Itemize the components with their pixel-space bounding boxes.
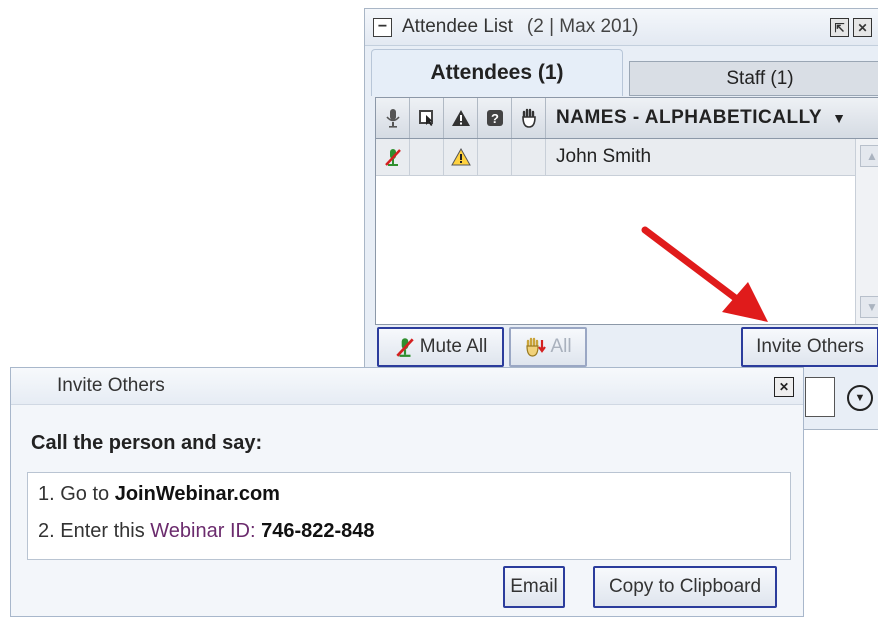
- attendee-scrollbar[interactable]: ▲ ▼: [855, 139, 878, 324]
- dialog-heading: Call the person and say:: [31, 432, 263, 454]
- tab-staff[interactable]: Staff (1): [629, 61, 878, 96]
- instruction-step-2: 2. Enter this Webinar ID: 746-822-848: [38, 520, 375, 543]
- names-sort-header[interactable]: NAMES - ALPHABETICALLY ▼: [546, 98, 878, 138]
- raise-hand-icon[interactable]: [512, 98, 546, 138]
- invite-others-button[interactable]: Invite Others: [741, 327, 878, 367]
- close-icon[interactable]: ✕: [853, 18, 872, 37]
- instructions-box: 1. Go to JoinWebinar.com 2. Enter this W…: [27, 472, 791, 560]
- warning-icon[interactable]: [444, 98, 478, 138]
- tab-attendees[interactable]: Attendees (1): [371, 49, 623, 96]
- panel-title: Attendee List: [402, 16, 513, 37]
- screen-status-cell: [410, 139, 444, 175]
- collapse-icon[interactable]: −: [373, 17, 392, 37]
- question-status-cell: [478, 139, 512, 175]
- screen-icon[interactable]: [410, 98, 444, 138]
- lower-all-hands-button[interactable]: All: [509, 327, 587, 367]
- step2-prefix: 2. Enter this: [38, 520, 151, 542]
- lower-hand-icon: [526, 337, 547, 357]
- attendee-panel-header: − Attendee List (2 | Max 201) ⇱ ✕: [365, 9, 878, 46]
- mute-all-label: Mute All: [419, 336, 488, 357]
- header-controls: ⇱ ✕: [830, 18, 872, 37]
- grid-header: ? NAMES - ALPHABETICALLY ▼: [376, 98, 878, 139]
- webinar-id-label: Webinar ID:: [150, 520, 256, 542]
- warning-icon: [444, 139, 478, 175]
- muted-mic-icon[interactable]: [376, 139, 410, 175]
- question-icon[interactable]: ?: [478, 98, 512, 138]
- microphone-icon[interactable]: [376, 98, 410, 138]
- all-label: All: [550, 336, 572, 357]
- dialog-header: Invite Others: [11, 368, 803, 405]
- svg-text:?: ?: [491, 111, 499, 126]
- table-row[interactable]: John Smith: [376, 139, 878, 176]
- copy-to-clipboard-button[interactable]: Copy to Clipboard: [593, 566, 777, 608]
- attendee-name[interactable]: John Smith: [546, 139, 878, 175]
- invite-others-dialog: Invite Others ✕ Call the person and say:…: [10, 367, 804, 617]
- join-site: JoinWebinar.com: [114, 483, 280, 505]
- email-button[interactable]: Email: [503, 566, 565, 608]
- muted-mic-icon: [396, 338, 414, 357]
- mute-all-button[interactable]: Mute All: [377, 327, 504, 367]
- names-header-label: NAMES - ALPHABETICALLY: [556, 107, 823, 128]
- panel-bottom-controls: ▼: [805, 375, 878, 419]
- step1-prefix: 1. Go to: [38, 483, 115, 505]
- scroll-up-icon[interactable]: ▲: [860, 145, 878, 167]
- instruction-step-1: 1. Go to JoinWebinar.com: [38, 483, 280, 506]
- close-icon[interactable]: ✕: [774, 377, 794, 397]
- attendee-grid: ? NAMES - ALPHABETICALLY ▼ John Smith ▲: [375, 97, 878, 325]
- attendee-count: (2 | Max 201): [526, 16, 639, 37]
- popout-icon[interactable]: ⇱: [830, 18, 849, 37]
- scroll-down-icon[interactable]: ▼: [860, 296, 878, 318]
- partial-input-field[interactable]: [805, 377, 835, 417]
- hand-status-cell: [512, 139, 546, 175]
- webinar-id: 746-822-848: [261, 520, 375, 542]
- sort-caret-icon[interactable]: ▼: [832, 110, 846, 126]
- dialog-title: Invite Others: [57, 375, 165, 396]
- chevron-down-icon[interactable]: ▼: [847, 385, 873, 411]
- tab-bar: Attendees (1) Staff (1): [371, 49, 878, 96]
